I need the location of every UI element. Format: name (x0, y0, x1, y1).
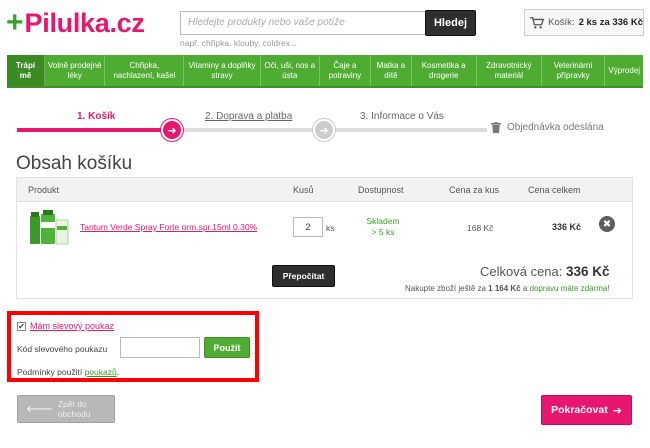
availability-line2: > 5 ks (371, 227, 395, 237)
recalculate-button[interactable]: Přepočítat (272, 265, 335, 287)
shipping-mid: a (522, 284, 528, 293)
logo[interactable]: + Pilulka.cz (6, 8, 145, 38)
col-unit-price: Cena za kus (449, 185, 500, 195)
table-header: Produkt Kusů Dostupnost Cena za kus Cena… (17, 178, 632, 202)
nav-item-chripka[interactable]: Chřipka, nachlazení, kašel (105, 55, 185, 86)
unit-price: 168 Kč (467, 223, 494, 233)
step-order-sent-label: Objednávka odeslána (507, 122, 604, 133)
step-cart: 1. Košík (77, 111, 116, 122)
voucher-code-label: Kód slevového poukazu (17, 344, 108, 354)
total-price-label: Celková cena: (480, 264, 563, 279)
total-price: Celková cena: 336 Kč (480, 264, 610, 279)
arrow-left-icon: 🡐 (26, 404, 53, 415)
continue-label: Pokračovat (551, 404, 608, 416)
voucher-terms-link[interactable]: poukazů (85, 367, 117, 377)
logo-plus-icon: + (6, 6, 24, 39)
cart-icon (530, 16, 545, 29)
shipping-free-text: dopravu máte zdarma! (529, 284, 610, 293)
product-image[interactable] (28, 208, 70, 248)
availability-line1: Skladem (366, 216, 400, 226)
step-your-info: 3. Informace o Vás (360, 111, 444, 122)
remove-item-button[interactable]: ✖ (599, 216, 615, 232)
cart-table: Produkt Kusů Dostupnost Cena za kus Cena… (16, 177, 633, 299)
trash-icon (491, 122, 501, 133)
availability-status: Skladem > 5 ks (358, 216, 408, 238)
page-title: Obsah košíku (16, 153, 133, 174)
nav-item-zdravotnicky-material[interactable]: Zdravotnický materiál (477, 55, 542, 86)
total-price-value: 336 Kč (566, 264, 610, 279)
apply-voucher-button[interactable]: Použít (204, 337, 250, 358)
col-product: Produkt (28, 185, 60, 195)
product-name-link[interactable]: Tantum Verde Spray Forte orm.spr.15ml 0.… (80, 222, 257, 232)
shipping-prefix: Nakupte zboží ještě za (405, 284, 486, 293)
voucher-code-input[interactable] (120, 337, 200, 358)
voucher-checkbox[interactable]: ✔ (17, 322, 26, 331)
col-total: Cena celkem (528, 185, 581, 195)
voucher-section: ✔ Mám slevový poukaz Kód slevového pouka… (7, 311, 259, 382)
cart-summary: 2 ks za 336 Kč (578, 17, 643, 28)
step-inactive-arrow-icon: ➜ (313, 119, 335, 141)
nav-item-volne-prodejne-leky[interactable]: Volně prodejné léky (45, 55, 106, 86)
row-total: 336 Kč (552, 222, 582, 232)
header-cart[interactable]: Košík: 2 ks za 336 Kč (524, 9, 644, 36)
voucher-terms-prefix: Podmínky použití (17, 367, 83, 377)
col-qty: Kusů (293, 185, 314, 195)
logo-text: Pilulka.cz (24, 7, 145, 38)
col-availability: Dostupnost (358, 185, 404, 195)
step-shipping-payment[interactable]: 2. Doprava a platba (205, 111, 292, 122)
search-input[interactable]: Hledejte produkty nebo vaše potíže (180, 11, 425, 35)
step-active-arrow-icon: ➜ (161, 119, 183, 141)
nav-item-kosmetika[interactable]: Kosmetika a drogerie (412, 55, 477, 86)
quantity-unit: ks (326, 223, 335, 233)
nav-item-vitaminy[interactable]: Vitaminy a doplňky stravy (184, 55, 261, 86)
continue-button[interactable]: Pokračovat ➜ (541, 395, 632, 425)
voucher-terms-suffix: . (116, 367, 120, 377)
voucher-toggle-link[interactable]: Mám slevový poukaz (30, 321, 114, 331)
cart-label: Košík: (548, 17, 575, 28)
nav-item-vyprodej[interactable]: Výprodej (605, 55, 643, 86)
nav-item-matka-dite[interactable]: Matka a dítě (371, 55, 412, 86)
nav-item-veterinarni[interactable]: Veterinární přípravky (542, 55, 606, 86)
shipping-amount: 1 164 Kč (488, 284, 521, 293)
nav-item-oci-usi[interactable]: Oči, uši, nos a ústa (261, 55, 320, 86)
quantity-input[interactable]: 2 (293, 217, 323, 237)
nav-item-caje[interactable]: Čaje a potraviny (320, 55, 372, 86)
voucher-terms: Podmínky použití poukazů. (17, 367, 119, 377)
arrow-right-icon: ➜ (612, 404, 622, 417)
main-nav: Trápí mě Volně prodejné léky Chřipka, na… (7, 55, 643, 88)
nav-item-trapi-me[interactable]: Trápí mě (7, 55, 45, 86)
step-order-sent: Objednávka odeslána (491, 122, 604, 133)
free-shipping-note: Nakupte zboží ještě za 1 164 Kč a doprav… (405, 284, 610, 293)
progress-fill (17, 128, 172, 132)
search-button[interactable]: Hledej (425, 10, 476, 36)
search-hint: např. chřipka, klouby, coldrex... (180, 38, 298, 48)
back-to-shop-label: Zpět do obchodu (57, 399, 91, 419)
back-to-shop-button[interactable]: 🡐 Zpět do obchodu (17, 395, 115, 423)
